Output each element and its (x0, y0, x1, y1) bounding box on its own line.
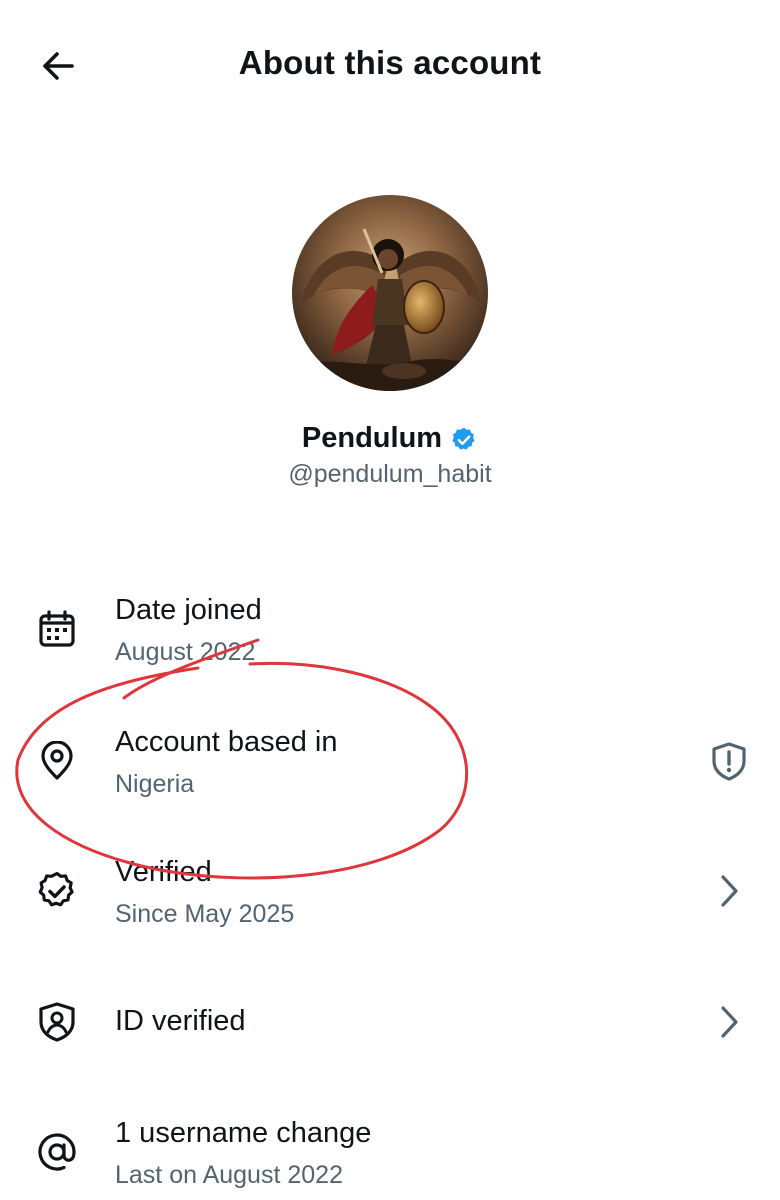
row-subtitle: Nigeria (115, 770, 195, 798)
page-title: About this account (238, 44, 542, 81)
at-sign-icon (34, 1129, 80, 1175)
row-title: Verified (115, 856, 212, 888)
row-date-joined: Date joined August 2022 (0, 590, 780, 700)
profile-handle: @pendulum_habit (288, 460, 492, 488)
row-verified[interactable]: Verified Since May 2025 (0, 852, 780, 962)
chevron-right-icon[interactable] (708, 870, 750, 912)
profile-avatar-image (292, 195, 488, 391)
location-pin-icon (34, 738, 80, 784)
row-title: 1 username change (115, 1117, 372, 1149)
row-subtitle: Last on August 2022 (115, 1161, 343, 1189)
row-title: ID verified (115, 1005, 246, 1037)
profile-name: Pendulum (301, 422, 443, 454)
row-title: Date joined (115, 594, 262, 626)
row-account-based-in: Account based in Nigeria (0, 722, 780, 832)
row-title: Account based in (115, 726, 338, 758)
about-account-screen: About this account Pendulum @pendulum_ha… (0, 0, 780, 1200)
chevron-right-icon[interactable] (708, 1001, 750, 1043)
row-subtitle: August 2022 (115, 638, 256, 666)
verified-check-icon (34, 868, 80, 914)
row-username-change: 1 username change Last on August 2022 (0, 1113, 780, 1200)
header: About this account (0, 0, 780, 130)
shield-alert-icon[interactable] (708, 740, 750, 782)
row-subtitle: Since May 2025 (115, 900, 295, 928)
profile-name-row: Pendulum (0, 422, 780, 455)
avatar[interactable] (292, 195, 488, 391)
calendar-icon (34, 606, 80, 652)
verified-badge-icon (450, 426, 478, 454)
id-shield-icon (34, 999, 80, 1045)
row-id-verified[interactable]: ID verified (0, 985, 780, 1095)
